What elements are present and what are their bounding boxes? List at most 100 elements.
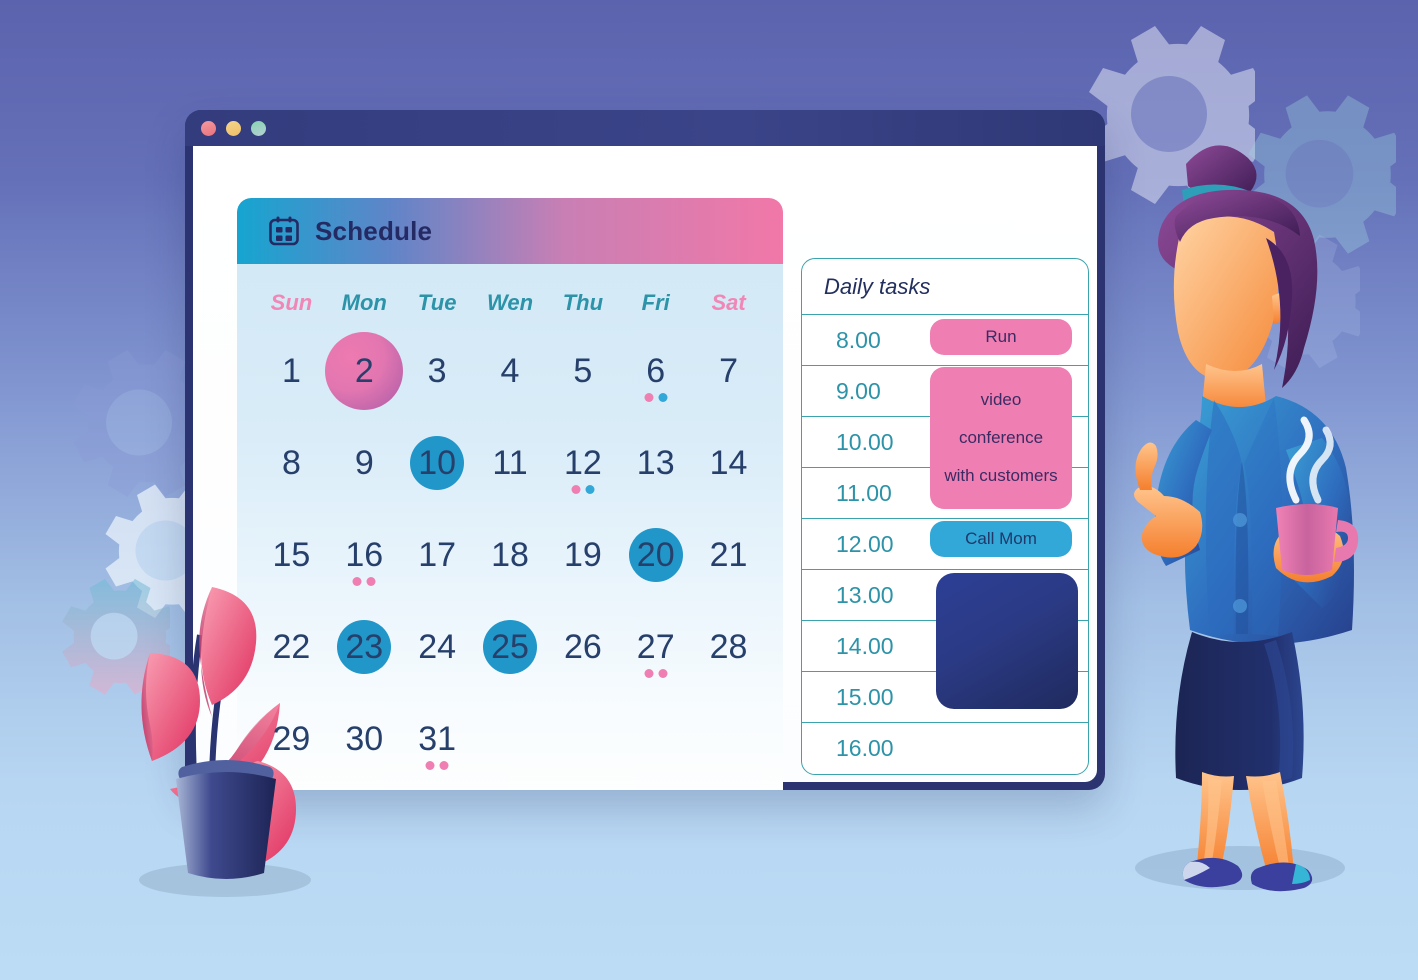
calendar-day-23[interactable]: 23 bbox=[328, 606, 401, 688]
calendar-day-6[interactable]: 6 bbox=[619, 330, 692, 412]
calendar-day-3[interactable]: 3 bbox=[401, 330, 474, 412]
hour-label: 9.00 bbox=[836, 377, 881, 404]
day-number: 14 bbox=[709, 444, 748, 482]
calendar-week-row: 22 23 24 25 26 27 28 bbox=[255, 606, 765, 688]
calendar-day-21[interactable]: 21 bbox=[692, 514, 765, 596]
day-number: 18 bbox=[491, 536, 529, 574]
calendar-day-empty bbox=[546, 698, 619, 780]
calendar-header: Schedule bbox=[237, 198, 783, 264]
event-marker-pink bbox=[658, 669, 668, 678]
window-titlebar bbox=[185, 110, 1105, 146]
calendar-day-18[interactable]: 18 bbox=[474, 514, 547, 596]
event-marker-pink bbox=[425, 761, 435, 770]
task-block-video-conference[interactable]: video conference with customers bbox=[930, 367, 1072, 509]
calendar-day-11[interactable]: 11 bbox=[474, 422, 547, 504]
calendar-day-9[interactable]: 9 bbox=[328, 422, 401, 504]
hour-label: 8.00 bbox=[836, 326, 881, 353]
task-label-video-line3: with customers bbox=[944, 466, 1058, 485]
day-of-week-sat: Sat bbox=[711, 290, 746, 315]
hour-label: 14.00 bbox=[836, 632, 894, 659]
day-number: 31 bbox=[418, 720, 457, 758]
task-block-blocked-time[interactable] bbox=[936, 573, 1078, 709]
hour-label: 10.00 bbox=[836, 428, 894, 455]
calendar-day-4[interactable]: 4 bbox=[474, 330, 547, 412]
hour-label: 13.00 bbox=[836, 581, 894, 608]
calendar-day-empty bbox=[474, 698, 547, 780]
calendar-day-26[interactable]: 26 bbox=[546, 606, 619, 688]
close-window-button[interactable] bbox=[201, 120, 216, 136]
daily-tasks-panel: Daily tasks 8.00 9.00 10.00 11.00 12.00 13.00… bbox=[801, 258, 1089, 775]
day-number: 1 bbox=[281, 352, 301, 390]
day-event-markers bbox=[644, 669, 668, 678]
event-marker-blue bbox=[658, 393, 668, 402]
calendar-day-1[interactable]: 1 bbox=[255, 330, 328, 412]
day-number: 15 bbox=[272, 536, 311, 574]
calendar-day-24[interactable]: 24 bbox=[401, 606, 474, 688]
day-number: 9 bbox=[354, 444, 374, 482]
calendar-day-16[interactable]: 16 bbox=[328, 514, 401, 596]
calendar-day-31[interactable]: 31 bbox=[401, 698, 474, 780]
day-number: 23 bbox=[345, 628, 384, 666]
day-event-markers bbox=[571, 485, 595, 494]
calendar-day-10[interactable]: 10 bbox=[401, 422, 474, 504]
event-marker-pink bbox=[571, 485, 581, 494]
task-row-16-00[interactable]: 16.00 bbox=[802, 723, 1088, 774]
calendar-day-25[interactable]: 25 bbox=[474, 606, 547, 688]
calendar-day-8[interactable]: 8 bbox=[255, 422, 328, 504]
day-number: 20 bbox=[636, 536, 675, 574]
day-number: 28 bbox=[709, 628, 748, 666]
day-number: 8 bbox=[281, 444, 301, 482]
calendar-day-20[interactable]: 20 bbox=[619, 514, 692, 596]
minimize-window-button[interactable] bbox=[226, 120, 241, 136]
calendar-day-14[interactable]: 14 bbox=[692, 422, 765, 504]
day-number: 25 bbox=[491, 628, 529, 666]
task-label-call-mom: Call Mom bbox=[965, 529, 1037, 548]
calendar-week-row: 1 2 3 4 5 6 7 bbox=[255, 330, 765, 412]
day-number: 5 bbox=[573, 352, 593, 390]
day-number: 21 bbox=[709, 536, 748, 574]
day-number: 7 bbox=[719, 352, 739, 390]
calendar-weeks: 1 2 3 4 5 6 7 8 9 10 11 12 13 14 15 16 17 18 19 20 21 22 23 24 2… bbox=[255, 330, 765, 780]
task-label-video-line2: conference bbox=[958, 428, 1044, 447]
calendar-day-19[interactable]: 19 bbox=[546, 514, 619, 596]
event-marker-pink bbox=[644, 393, 654, 402]
page-title: Schedule bbox=[315, 215, 433, 246]
day-number: 12 bbox=[563, 444, 602, 482]
day-of-week-tue: Tue bbox=[417, 290, 457, 315]
hour-label: 12.00 bbox=[836, 530, 894, 557]
maximize-window-button[interactable] bbox=[251, 120, 266, 136]
day-number: 10 bbox=[418, 444, 457, 482]
calendar-week-row: 8 9 10 11 12 13 14 bbox=[255, 422, 765, 504]
day-of-week-fri: Fri bbox=[641, 290, 670, 315]
calendar-icon bbox=[267, 214, 301, 248]
day-number: 27 bbox=[636, 628, 675, 666]
calendar-day-5[interactable]: 5 bbox=[546, 330, 619, 412]
calendar-week-row: 15 16 17 18 19 20 21 bbox=[255, 514, 765, 596]
calendar-day-12[interactable]: 12 bbox=[546, 422, 619, 504]
day-number: 17 bbox=[418, 536, 457, 574]
calendar-day-28[interactable]: 28 bbox=[692, 606, 765, 688]
task-block-run[interactable]: Run bbox=[930, 319, 1072, 355]
calendar-day-empty bbox=[692, 698, 765, 780]
event-marker-blue bbox=[585, 485, 595, 494]
task-block-call-mom[interactable]: Call Mom bbox=[930, 521, 1072, 557]
calendar-day-17[interactable]: 17 bbox=[401, 514, 474, 596]
event-marker-pink bbox=[644, 669, 654, 678]
calendar-day-7[interactable]: 7 bbox=[692, 330, 765, 412]
day-number: 11 bbox=[492, 444, 528, 482]
calendar-day-13[interactable]: 13 bbox=[619, 422, 692, 504]
event-marker-pink bbox=[366, 577, 376, 586]
day-number: 22 bbox=[272, 628, 311, 666]
day-of-week-sun: Sun bbox=[270, 290, 313, 315]
day-number: 29 bbox=[272, 720, 311, 758]
daily-tasks-title: Daily tasks bbox=[802, 259, 1088, 315]
day-number: 6 bbox=[646, 352, 666, 390]
calendar-day-27[interactable]: 27 bbox=[619, 606, 692, 688]
businesswoman-with-coffee bbox=[1090, 120, 1390, 920]
calendar-day-30[interactable]: 30 bbox=[328, 698, 401, 780]
calendar-day-2[interactable]: 2 bbox=[325, 330, 404, 412]
task-label-video-line1: video bbox=[980, 390, 1022, 409]
event-marker-pink bbox=[352, 577, 362, 586]
day-event-markers bbox=[352, 577, 376, 586]
hour-label: 16.00 bbox=[836, 735, 894, 761]
